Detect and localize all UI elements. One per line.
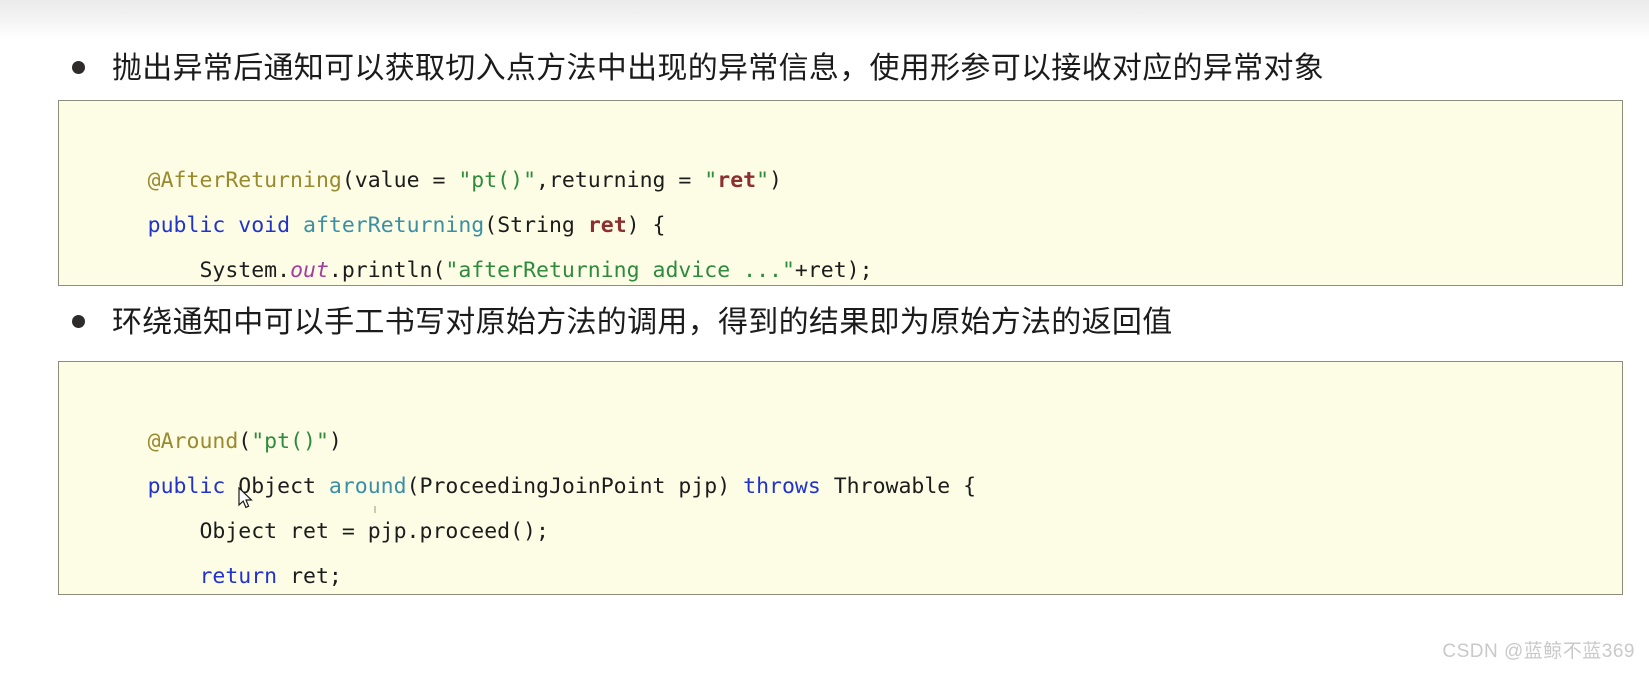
code-token: afterReturning [303,213,485,238]
code-token: .println( [328,258,446,283]
code-token: around [328,474,407,499]
code-token: Throwable { [820,474,977,499]
code-token: public [147,474,226,499]
code-token: ) { [626,213,666,238]
code-token: ) [328,429,342,454]
code-token: (ProceedingJoinPoint pjp) [406,474,744,499]
code-token: void [238,213,291,238]
code-token: ret; [277,564,342,589]
code-token: throws [743,474,821,499]
code-block-around: @Around("pt()") public Object around(Pro… [58,361,1623,595]
code-token: @Around [147,429,239,454]
code-token: Object ret = pjp.proceed(); [147,519,549,544]
bullet-text-2: 环绕通知中可以手工书写对原始方法的调用，得到的结果即为原始方法的返回值 [112,306,1173,339]
code-token: ,returning = [536,168,705,193]
code-token: +ret); [794,258,873,283]
text-caret-artifact [374,506,376,513]
code-token: "afterReturning advice ..." [445,258,795,283]
code-token: "pt()" [251,429,329,454]
code-token: ( [238,429,252,454]
code-token: "pt()" [458,168,537,193]
code-token: " [756,168,770,193]
bullet-item-2: 环绕通知中可以手工书写对原始方法的调用，得到的结果即为原始方法的返回值 [72,306,1173,340]
bullet-dot-icon [72,61,85,74]
code-token: @AfterReturning [147,168,342,193]
code-token: out [290,258,329,283]
csdn-watermark: CSDN @蓝鲸不蓝369 [1442,641,1635,662]
bullet-dot-icon [72,315,85,328]
code-token: ret [587,213,627,238]
slide-page: 抛出异常后通知可以获取切入点方法中出现的异常信息，使用形参可以接收对应的异常对象… [0,0,1649,673]
code-token: (value = [341,168,459,193]
bullet-text-1: 抛出异常后通知可以获取切入点方法中出现的异常信息，使用形参可以接收对应的异常对象 [112,52,1324,85]
code-line: @AfterReturning(value = "pt()",returning… [70,113,1622,193]
code-token: System. [147,258,291,283]
code-token: public [147,213,226,238]
code-token: Object [225,474,329,499]
code-token: " [704,168,718,193]
code-token: (String [484,213,588,238]
bullet-item-1: 抛出异常后通知可以获取切入点方法中出现的异常信息，使用形参可以接收对应的异常对象 [72,52,1324,86]
code-token: ) [769,168,782,193]
code-block-after-returning: @AfterReturning(value = "pt()",returning… [58,100,1623,286]
code-line: @Around("pt()") [70,374,1622,454]
code-token: ret [717,168,757,193]
code-token: return [199,564,278,589]
top-gradient-band [0,0,1649,40]
